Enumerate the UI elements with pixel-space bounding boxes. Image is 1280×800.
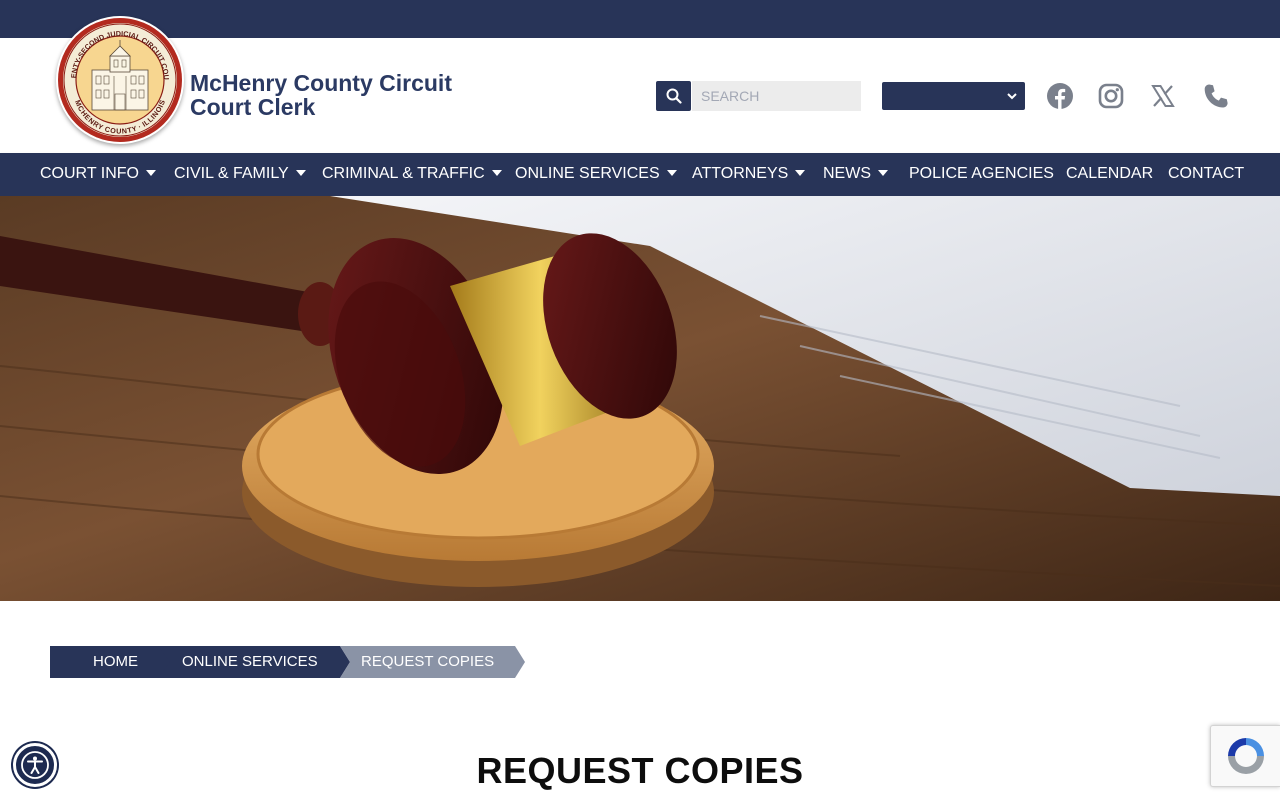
search-input[interactable] [692,81,861,111]
main-nav: COURT INFO CIVIL & FAMILY CRIMINAL & TRA… [0,153,1280,196]
site-title[interactable]: McHenry County Circuit Court Clerk [190,71,510,119]
nav-attorneys[interactable]: ATTORNEYS [692,153,806,196]
phone-link[interactable] [1202,82,1230,110]
facebook-icon [1047,83,1073,109]
nav-contact[interactable]: CONTACT [1168,153,1244,196]
breadcrumb-home[interactable]: HOME [93,646,138,678]
caret-down-icon [295,169,306,176]
instagram-link[interactable] [1097,82,1125,110]
site-title-line1: McHenry County Circuit [190,70,452,96]
nav-calendar[interactable]: CALENDAR [1066,153,1153,196]
facebook-link[interactable] [1046,82,1074,110]
nav-police-agencies[interactable]: POLICE AGENCIES [909,153,1054,196]
accessibility-button[interactable] [13,743,57,787]
nav-court-info[interactable]: COURT INFO [40,153,156,196]
breadcrumb-request-copies: REQUEST COPIES [361,653,495,670]
x-link[interactable] [1149,82,1177,110]
site-title-line2: Court Clerk [190,94,316,120]
search-icon [666,88,682,104]
search-form [656,81,861,111]
recaptcha-icon [1227,738,1264,774]
hero-gavel-image [0,196,1280,601]
chevron-down-icon [1007,93,1017,100]
recaptcha-badge[interactable] [1210,725,1280,787]
language-select[interactable] [882,82,1025,110]
breadcrumb-online-services[interactable]: ONLINE SERVICES [182,646,318,678]
nav-civil-family[interactable]: CIVIL & FAMILY [174,153,306,196]
page-title: REQUEST COPIES [476,750,804,791]
caret-down-icon [878,169,888,176]
caret-down-icon [145,169,156,176]
instagram-icon [1098,83,1124,109]
search-button[interactable] [656,81,691,111]
x-icon [1151,85,1175,107]
top-bar [0,0,1280,38]
caret-down-icon [795,169,806,176]
caret-down-icon [491,169,502,176]
phone-icon [1204,84,1228,108]
nav-online-services[interactable]: ONLINE SERVICES [515,153,677,196]
accessibility-icon [21,751,49,779]
nav-news[interactable]: NEWS [823,153,888,196]
nav-criminal-traffic[interactable]: CRIMINAL & TRAFFIC [322,153,502,196]
court-seal-logo[interactable]: TWENTY-SECOND JUDICIAL CIRCUIT COURT MCH… [56,16,184,144]
caret-down-icon [666,169,677,176]
